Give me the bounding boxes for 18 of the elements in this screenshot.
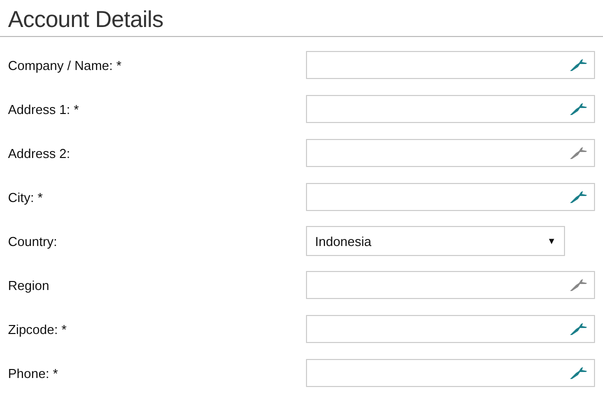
- country-dropdown[interactable]: Indonesia ▼: [306, 226, 565, 256]
- section-title: Account Details: [8, 5, 164, 34]
- field-label: City: *: [8, 190, 44, 204]
- field-label: Phone: *: [8, 366, 59, 380]
- input-field[interactable]: [306, 359, 595, 387]
- field-label: Address 2:: [8, 146, 72, 160]
- input-field[interactable]: [306, 95, 595, 123]
- field-label: Region: [8, 278, 50, 292]
- field-label: Country:: [8, 234, 58, 248]
- field-label: Address 1: *: [8, 102, 80, 116]
- input-field[interactable]: [306, 183, 595, 211]
- input-field[interactable]: [306, 139, 595, 167]
- input-field[interactable]: [306, 271, 595, 299]
- input-field[interactable]: [306, 51, 595, 79]
- input-field[interactable]: [306, 315, 595, 343]
- field-label: Company / Name: *: [8, 58, 122, 72]
- caret-icon: ▼: [547, 236, 556, 246]
- field-label: Zipcode: *: [8, 322, 68, 336]
